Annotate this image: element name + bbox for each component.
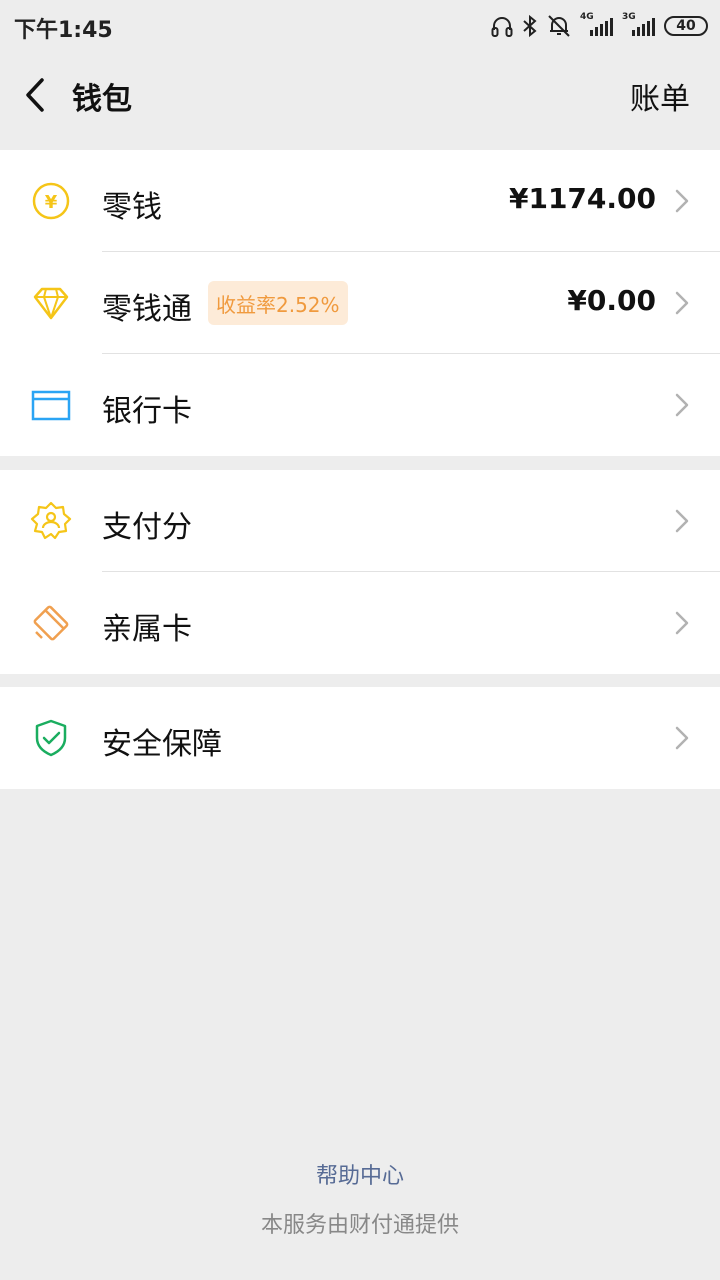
list-item-family-card[interactable]: 亲属卡 <box>0 572 720 674</box>
help-center-link[interactable]: 帮助中心 <box>0 1158 720 1190</box>
list-item-label: 零钱通 <box>102 292 192 327</box>
list-item-label: 安全保障 <box>102 727 222 762</box>
list-item-change[interactable]: ¥ 零钱 ¥1174.00 <box>0 150 720 252</box>
chevron-left-icon <box>26 78 44 112</box>
status-bar: 下午1:45 4G 3G 40 <box>0 0 720 52</box>
list-item-label: 银行卡 <box>102 394 192 429</box>
wallet-group-balance: ¥ 零钱 ¥1174.00 零钱通 收益率2.52% ¥0.00 银行卡 <box>0 150 720 456</box>
list-item-bank-card[interactable]: 银行卡 <box>0 354 720 456</box>
chevron-right-icon <box>675 291 689 315</box>
chevron-right-icon <box>675 393 689 417</box>
wallet-group-security: 安全保障 <box>0 687 720 789</box>
chevron-right-icon <box>675 611 689 635</box>
wallet-group-services: 支付分 亲属卡 <box>0 470 720 674</box>
provider-note: 本服务由财付通提供 <box>260 1213 459 1238</box>
svg-text:¥: ¥ <box>45 192 58 213</box>
family-card-icon <box>33 605 69 641</box>
security-shield-icon <box>35 719 67 757</box>
status-icons: 4G 3G 40 <box>490 12 708 40</box>
credit-score-icon <box>30 501 72 540</box>
headphones-icon <box>491 17 513 37</box>
bank-card-icon <box>31 390 71 421</box>
bluetooth-icon <box>523 14 537 38</box>
page-title: 钱包 <box>72 82 132 117</box>
nav-bar: 钱包 账单 <box>0 52 720 138</box>
list-item-label: 零钱 <box>102 190 162 225</box>
list-item-label: 支付分 <box>102 510 192 545</box>
back-button[interactable] <box>18 72 58 118</box>
yield-rate-badge: 收益率2.52% <box>208 281 348 325</box>
status-time: 下午1:45 <box>14 18 113 43</box>
signal-3g-icon: 3G <box>622 12 656 38</box>
list-item-credit-score[interactable]: 支付分 <box>0 470 720 572</box>
battery-indicator: 40 <box>664 16 708 36</box>
chevron-right-icon <box>675 726 689 750</box>
signal-4g-icon: 4G <box>580 12 614 38</box>
mute-bell-icon <box>548 15 570 37</box>
bill-button[interactable]: 账单 <box>630 74 690 118</box>
list-item-lingqiantong[interactable]: 零钱通 收益率2.52% ¥0.00 <box>0 252 720 354</box>
yuan-coin-icon: ¥ <box>32 182 70 220</box>
diamond-icon <box>33 287 69 320</box>
chevron-right-icon <box>675 509 689 533</box>
lingqiantong-value: ¥0.00 <box>567 284 656 317</box>
chevron-right-icon <box>675 189 689 213</box>
balance-value: ¥1174.00 <box>508 182 656 215</box>
list-item-label: 亲属卡 <box>102 612 192 647</box>
list-item-security[interactable]: 安全保障 <box>0 687 720 789</box>
